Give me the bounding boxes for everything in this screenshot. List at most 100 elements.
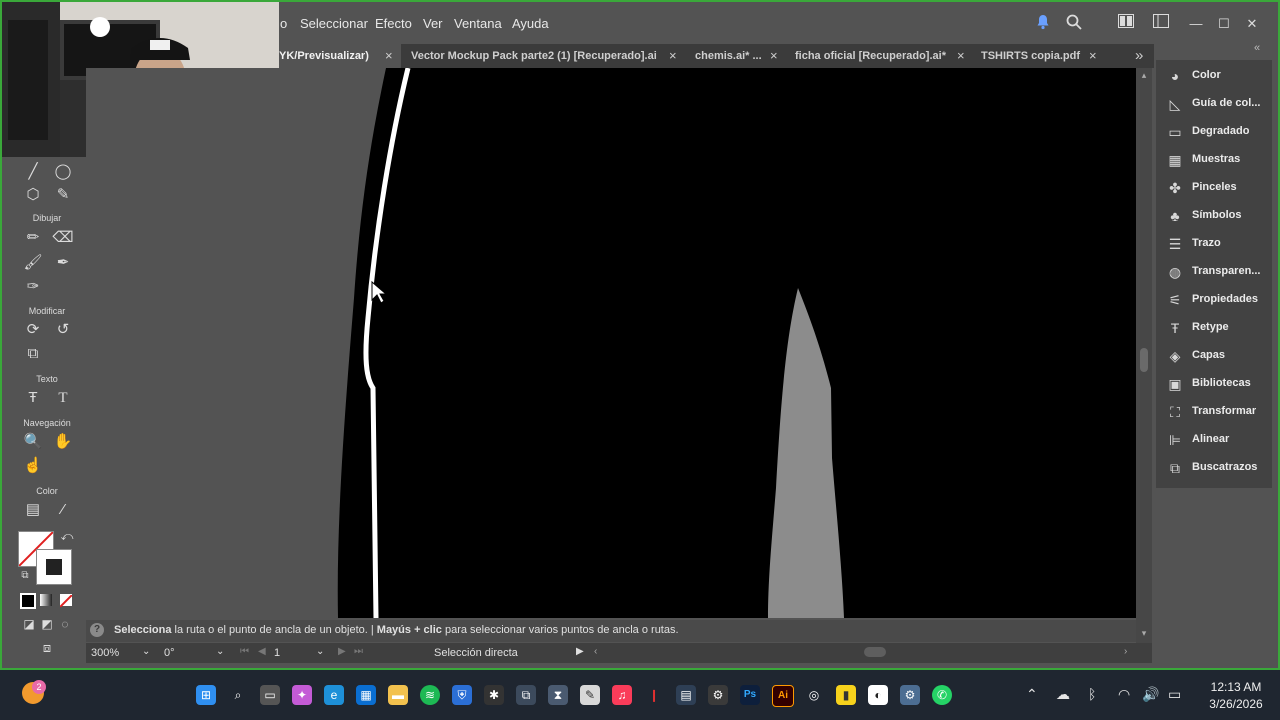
paintbrush-tool-icon[interactable]: 🖌	[22, 252, 44, 274]
print-tiling-tool-icon[interactable]: ☝	[22, 455, 44, 477]
onedrive-icon[interactable]: ☁	[1056, 686, 1070, 703]
panel-item-color[interactable]: ◕ Color	[1156, 62, 1272, 90]
maximize-button[interactable]: ☐	[1214, 14, 1234, 34]
tab-vector-mockup[interactable]: Vector Mockup Pack parte2 (1) [Recuperad…	[411, 44, 657, 68]
eraser-tool-icon[interactable]: ⌫	[52, 227, 74, 249]
zoom-dropdown-icon[interactable]: ⌄	[142, 646, 150, 657]
panel-item-pathfinder[interactable]: ⧉ Buscatrazos	[1156, 454, 1272, 482]
tab-tshirts[interactable]: TSHIRTS copia.pdf	[981, 44, 1080, 68]
settings-icon[interactable]: ⚙	[900, 685, 920, 705]
app-icon-6[interactable]: ⚙	[708, 685, 728, 705]
zoom-tool-icon[interactable]: 🔍	[22, 431, 44, 453]
vertical-scrollbar[interactable]: ▴ ▾	[1136, 68, 1152, 643]
notifications-bell-icon[interactable]	[1033, 14, 1053, 34]
search-icon[interactable]	[1064, 14, 1084, 34]
arrange-documents-icon[interactable]	[1116, 14, 1136, 34]
gradient-mode-button[interactable]	[40, 594, 52, 606]
sticky-notes-icon[interactable]: ▮	[836, 685, 856, 705]
copilot-icon[interactable]: ✦	[292, 685, 312, 705]
polygon-tool-icon[interactable]: ⬡	[22, 184, 44, 206]
prev-artboard-icon[interactable]: ◀	[258, 646, 266, 657]
shape-builder-tool-icon[interactable]: ⧉	[22, 343, 44, 365]
rotate-tool-icon[interactable]: ↺	[52, 319, 74, 341]
default-fill-stroke-icon[interactable]: ⧉	[14, 565, 36, 587]
battery-icon[interactable]: ▭	[1168, 686, 1181, 703]
tab-ficha-oficial[interactable]: ficha oficial [Recuperado].ai*	[795, 44, 946, 68]
horizontal-scroll-thumb[interactable]	[864, 647, 886, 657]
close-button[interactable]: ✕	[1242, 14, 1262, 34]
scroll-right-icon[interactable]: ›	[1124, 646, 1127, 657]
menu-item-select[interactable]: Seleccionar	[300, 16, 368, 31]
panel-item-symbols[interactable]: ♣ Símbolos	[1156, 202, 1272, 230]
panel-item-properties[interactable]: ⚟ Propiedades	[1156, 286, 1272, 314]
last-artboard-icon[interactable]: ⏭	[354, 646, 363, 657]
swap-fill-stroke-icon[interactable]: ⤺	[56, 525, 78, 547]
pencil-tool-icon[interactable]: ✏	[22, 227, 44, 249]
panel-item-libraries[interactable]: ▣ Bibliotecas	[1156, 370, 1272, 398]
workspace-switcher-icon[interactable]	[1151, 14, 1171, 34]
panel-item-transform[interactable]: ⛶ Transformar	[1156, 398, 1272, 426]
artboard-canvas[interactable]	[86, 68, 1136, 618]
music-app-icon[interactable]: ♫	[612, 685, 632, 705]
app-icon-2[interactable]: ⧉	[516, 685, 536, 705]
panel-item-transparency[interactable]: ◍ Transparen...	[1156, 258, 1272, 286]
bluetooth-icon[interactable]: ᛒ	[1088, 686, 1096, 702]
panel-item-swatches[interactable]: ▦ Muestras	[1156, 146, 1272, 174]
menu-item-edit-partial[interactable]: o	[280, 16, 287, 31]
tab-previsualizar[interactable]: YK/Previsualizar)	[279, 44, 401, 68]
menu-item-view[interactable]: Ver	[423, 16, 443, 31]
type-tool-icon[interactable]: T	[52, 387, 74, 409]
wifi-icon[interactable]: ◠	[1118, 686, 1130, 703]
tab-close-icon[interactable]: ×	[770, 44, 778, 68]
app-icon-3[interactable]: ⧗	[548, 685, 568, 705]
clock-time[interactable]: 12:13 AM	[1206, 680, 1266, 694]
file-explorer-icon[interactable]: ▬	[388, 685, 408, 705]
app-icon-4[interactable]: ✎	[580, 685, 600, 705]
tab-close-icon[interactable]: ×	[957, 44, 965, 68]
app-icon-7[interactable]: ◎	[804, 685, 824, 705]
artboard-number[interactable]: 1	[274, 647, 280, 659]
app-icon-red[interactable]: ❙	[644, 685, 664, 705]
none-mode-button[interactable]	[59, 594, 73, 608]
color-mode-button[interactable]	[20, 593, 36, 609]
menu-item-help[interactable]: Ayuda	[512, 16, 549, 31]
collapse-panels-icon[interactable]: «	[1254, 42, 1260, 54]
help-icon[interactable]: ?	[90, 623, 104, 637]
clock-date[interactable]: 3/26/2026	[1204, 697, 1268, 711]
panel-item-color-guide[interactable]: ◺ Guía de col...	[1156, 90, 1272, 118]
minimize-button[interactable]: —	[1186, 14, 1206, 34]
scroll-left-icon[interactable]: ‹	[594, 646, 597, 657]
screen-mode-icon[interactable]: ⧈	[36, 637, 58, 659]
taskbar-search-icon[interactable]: ⌕	[228, 685, 248, 705]
shaper-tool-icon[interactable]: ✎	[52, 184, 74, 206]
rotation-dropdown-icon[interactable]: ⌄	[216, 646, 224, 657]
line-tool-icon[interactable]: ╱	[22, 161, 44, 183]
task-view-icon[interactable]: ▭	[260, 685, 280, 705]
app-icon-1[interactable]: ✱	[484, 685, 504, 705]
panel-item-retype[interactable]: Ŧ Retype	[1156, 314, 1272, 342]
menu-item-effect[interactable]: Efecto	[375, 16, 412, 31]
tab-close-icon[interactable]: ×	[385, 44, 393, 68]
start-button-icon[interactable]: ⊞	[196, 685, 216, 705]
panel-item-align[interactable]: ⊫ Alinear	[1156, 426, 1272, 454]
touch-type-tool-icon[interactable]: Ŧ	[22, 387, 44, 409]
stroke-swatch[interactable]	[36, 549, 72, 585]
illustrator-icon[interactable]: Ai	[772, 685, 794, 707]
ellipse-tool-icon[interactable]: ◯	[52, 161, 74, 183]
panel-item-layers[interactable]: ◈ Capas	[1156, 342, 1272, 370]
zoom-level[interactable]: 300%	[91, 647, 119, 659]
warp-tool-icon[interactable]: ⟳	[22, 319, 44, 341]
panel-item-brushes[interactable]: ✤ Pinceles	[1156, 174, 1272, 202]
show-hidden-icons-icon[interactable]: ⌃	[1026, 686, 1038, 703]
tab-chemis[interactable]: chemis.ai* ...	[695, 44, 762, 68]
hand-tool-icon[interactable]: ✋	[52, 431, 74, 453]
scroll-up-icon[interactable]: ▴	[1139, 70, 1149, 80]
scroll-down-icon[interactable]: ▾	[1139, 628, 1149, 638]
edge-browser-icon[interactable]: e	[324, 685, 344, 705]
eyedropper-tool-icon[interactable]: ⁄	[52, 499, 74, 521]
tab-close-icon[interactable]: ×	[669, 44, 677, 68]
gradient-tool-icon[interactable]: ▤	[22, 499, 44, 521]
blob-brush-tool-icon[interactable]: ✒	[52, 252, 74, 274]
whatsapp-icon[interactable]: ✆	[932, 685, 952, 705]
photoshop-icon[interactable]: Ps	[740, 685, 760, 705]
